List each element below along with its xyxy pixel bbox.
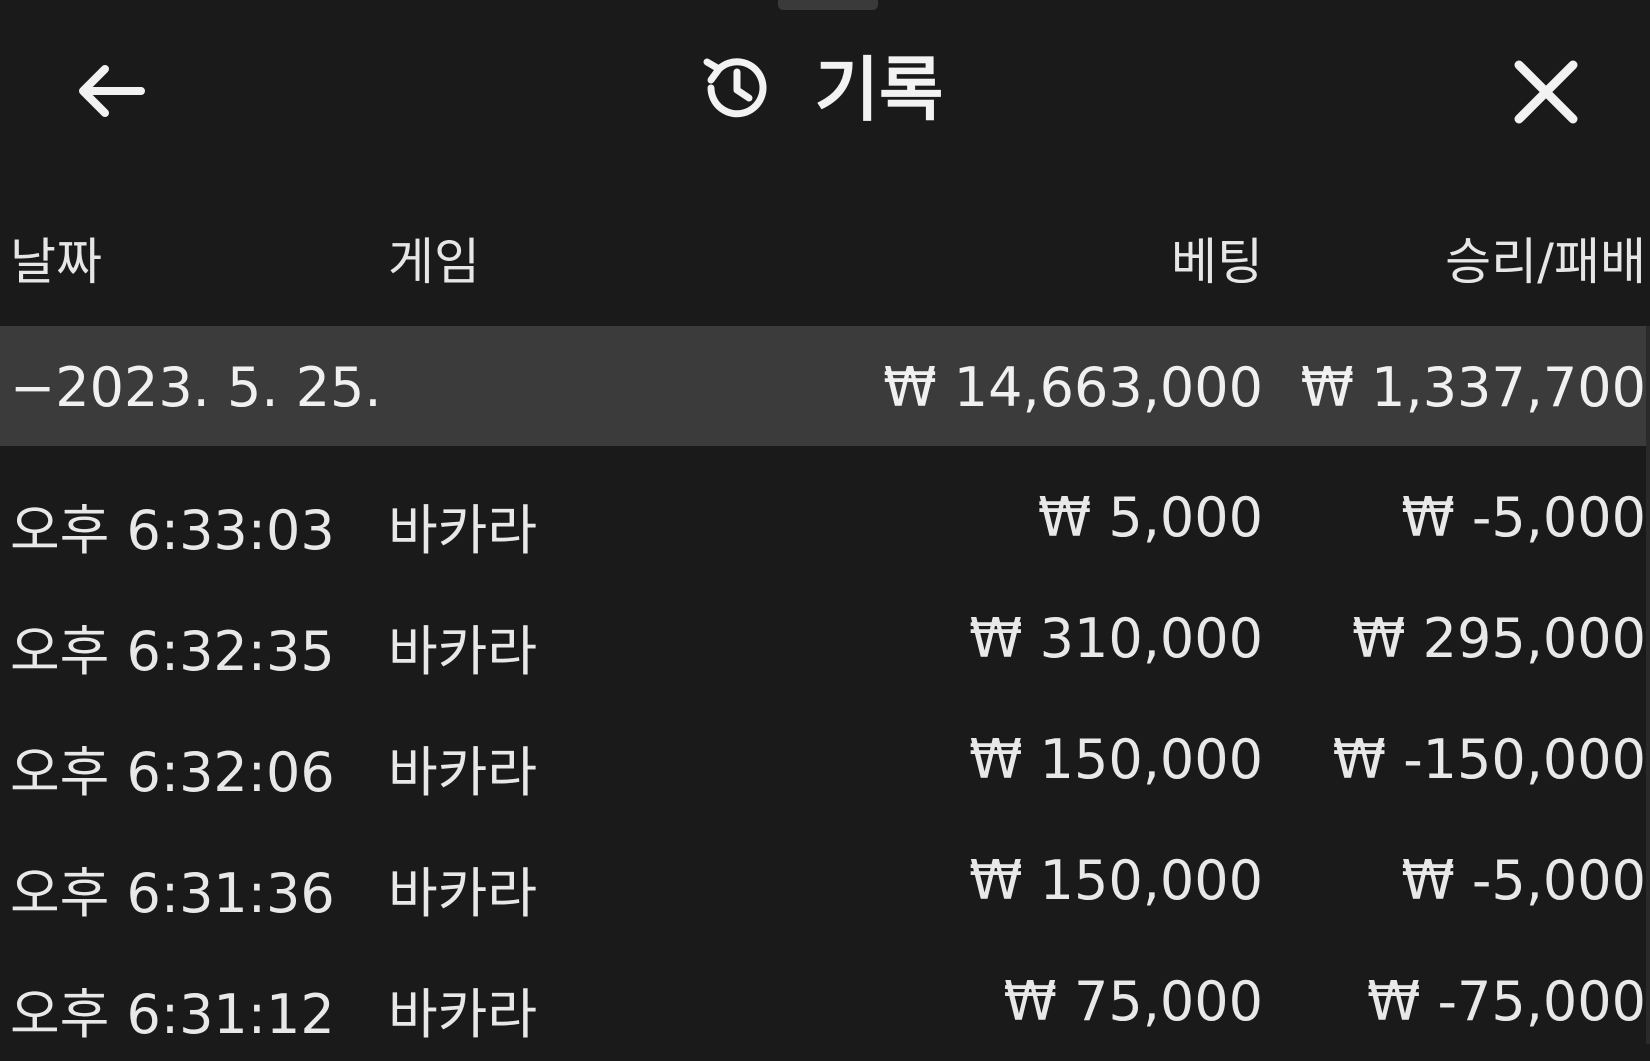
row-time: 오후 6:32:35 — [10, 620, 335, 683]
row-result: ₩ 295,000 — [1352, 607, 1646, 670]
row-bet: ₩ 150,000 — [969, 849, 1263, 912]
history-icon — [699, 50, 775, 130]
column-header-result[interactable]: 승리/패배 — [1445, 222, 1646, 294]
row-time: 오후 6:31:12 — [10, 983, 335, 1046]
date-group-row[interactable]: −2023. 5. 25. ₩ 14,663,000 ₩ 1,337,700 — [0, 326, 1650, 446]
group-bet-total: ₩ 14,663,000 — [883, 356, 1263, 419]
row-bet: ₩ 150,000 — [969, 728, 1263, 791]
close-icon — [1513, 59, 1579, 129]
title-group: 기록 — [0, 50, 1650, 130]
row-game: 바카라 — [388, 983, 538, 1046]
group-result-total: ₩ 1,337,700 — [1300, 356, 1646, 419]
row-bet: ₩ 75,000 — [1003, 970, 1263, 1033]
row-game: 바카라 — [388, 499, 538, 562]
table-row[interactable]: 오후 6:32:35 바카라 ₩ 310,000 ₩ 295,000 — [0, 577, 1650, 698]
row-time: 오후 6:32:06 — [10, 741, 335, 804]
table-row[interactable]: 오후 6:32:06 바카라 ₩ 150,000 ₩ -150,000 — [0, 698, 1650, 819]
row-time: 오후 6:31:36 — [10, 862, 335, 925]
drag-handle[interactable] — [778, 0, 878, 10]
row-game: 바카라 — [388, 741, 538, 804]
row-result: ₩ -150,000 — [1332, 728, 1646, 791]
row-bet: ₩ 310,000 — [969, 607, 1263, 670]
row-bet: ₩ 5,000 — [1037, 486, 1263, 549]
close-button[interactable] — [1506, 54, 1586, 134]
column-header-bet[interactable]: 베팅 — [1171, 222, 1263, 294]
column-header-date[interactable]: 날짜 — [10, 222, 102, 294]
header: 기록 — [0, 30, 1650, 150]
row-result: ₩ -5,000 — [1401, 849, 1646, 912]
table-row[interactable]: 오후 6:31:12 바카라 ₩ 75,000 ₩ -75,000 — [0, 940, 1650, 1061]
row-result: ₩ -5,000 — [1401, 486, 1646, 549]
row-game: 바카라 — [388, 620, 538, 683]
table-row[interactable]: 오후 6:31:36 바카라 ₩ 150,000 ₩ -5,000 — [0, 819, 1650, 940]
row-result: ₩ -75,000 — [1367, 970, 1646, 1033]
row-time: 오후 6:33:03 — [10, 499, 335, 562]
scrollbar[interactable] — [1646, 326, 1650, 1044]
group-date: −2023. 5. 25. — [10, 356, 382, 419]
table-row[interactable]: 오후 6:33:03 바카라 ₩ 5,000 ₩ -5,000 — [0, 456, 1650, 577]
page-title: 기록 — [814, 49, 944, 131]
history-list: 오후 6:33:03 바카라 ₩ 5,000 ₩ -5,000 오후 6:32:… — [0, 456, 1650, 1061]
table-header: 날짜 게임 베팅 승리/패배 — [0, 222, 1650, 322]
column-header-game[interactable]: 게임 — [388, 222, 480, 294]
row-game: 바카라 — [388, 862, 538, 925]
